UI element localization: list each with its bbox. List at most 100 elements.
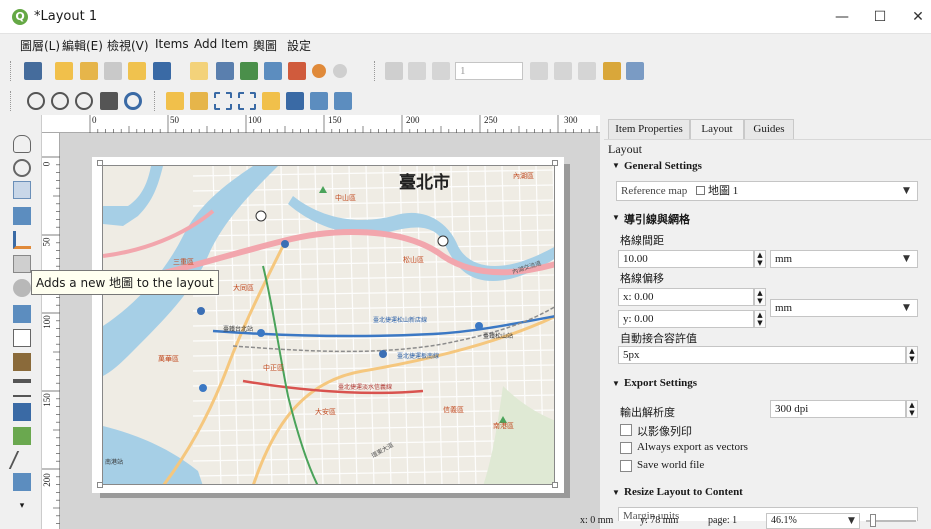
export-resolution-input[interactable]: 300 dpi: [770, 400, 906, 418]
selection-handle[interactable]: [97, 160, 103, 166]
map-item[interactable]: 臺北市 中山區 內湖區 松山區 大同區 萬華區 中正區 大安區 信義區 南港區 …: [102, 165, 555, 485]
zoom-in-icon[interactable]: [27, 92, 45, 110]
atlas-preview-icon[interactable]: [385, 62, 403, 80]
add-pages-icon[interactable]: [190, 62, 208, 80]
menu-settings[interactable]: 設定: [287, 37, 311, 54]
grid-offset-x-spinner[interactable]: ▲ ▼: [754, 288, 766, 306]
tab-guides[interactable]: Guides: [744, 119, 794, 139]
toolbar-grip[interactable]: [10, 91, 12, 111]
undo-icon[interactable]: [312, 64, 326, 78]
atlas-page-input[interactable]: 1: [455, 62, 523, 80]
unlock-items-icon[interactable]: [190, 92, 208, 110]
grid-offset-x-input[interactable]: x: 0.00: [618, 288, 754, 306]
save-icon[interactable]: [24, 62, 42, 80]
menu-atlas[interactable]: 輿圖: [253, 37, 277, 54]
lock-items-icon[interactable]: [166, 92, 184, 110]
add-shape-icon[interactable]: [13, 427, 31, 445]
raise-items-icon[interactable]: [262, 92, 280, 110]
redo-icon[interactable]: [333, 64, 347, 78]
tab-item-properties[interactable]: Item Properties: [608, 119, 690, 139]
collapse-arrow-icon[interactable]: ▼: [612, 488, 620, 497]
group-items-icon[interactable]: [214, 92, 232, 110]
open-folder-icon[interactable]: [128, 62, 146, 80]
add-map-icon[interactable]: [13, 255, 31, 273]
export-atlas-icon[interactable]: [603, 62, 621, 80]
pan-icon[interactable]: [13, 135, 31, 153]
grid-spacing-input[interactable]: 10.00: [618, 250, 754, 268]
export-vectors-checkbox[interactable]: [620, 442, 632, 454]
zoom-level-select[interactable]: 46.1%: [766, 513, 860, 529]
grid-spacing-spinner[interactable]: ▲ ▼: [754, 250, 766, 268]
move-content-icon[interactable]: [13, 207, 31, 225]
resize-items-icon[interactable]: [334, 92, 352, 110]
zoom-out-icon[interactable]: [51, 92, 69, 110]
first-feature-icon[interactable]: [408, 62, 426, 80]
atlas-settings-icon[interactable]: [626, 62, 644, 80]
zoom-slider-handle[interactable]: [870, 514, 876, 527]
print-atlas-icon[interactable]: [578, 62, 596, 80]
grid-offset-unit-select[interactable]: mm: [770, 299, 918, 317]
add-picture-icon[interactable]: [13, 305, 31, 323]
export-image-icon[interactable]: [240, 62, 258, 80]
save-template-icon[interactable]: [153, 62, 171, 80]
add-label-icon[interactable]: [13, 329, 31, 347]
ungroup-items-icon[interactable]: [238, 92, 256, 110]
add-north-arrow-icon[interactable]: [13, 403, 31, 421]
refresh-icon[interactable]: [124, 92, 142, 110]
collapse-arrow-icon[interactable]: ▼: [612, 379, 620, 388]
distribute-items-icon[interactable]: [310, 92, 328, 110]
horizontal-ruler[interactable]: 0 50 100 150 200 250 300: [42, 115, 600, 133]
close-button[interactable]: ✕: [904, 7, 931, 27]
section-export-settings[interactable]: Export Settings: [624, 377, 697, 389]
zoom-full-icon[interactable]: [75, 92, 93, 110]
export-svg-icon[interactable]: [264, 62, 282, 80]
previous-feature-icon[interactable]: [432, 62, 450, 80]
snap-tolerance-spinner[interactable]: ▲ ▼: [906, 346, 918, 364]
toolbar-grip[interactable]: [154, 91, 156, 111]
grid-offset-y-input[interactable]: y: 0.00: [618, 310, 754, 328]
export-pdf-icon[interactable]: [288, 62, 306, 80]
duplicate-layout-icon[interactable]: [80, 62, 98, 80]
add-polyline-icon[interactable]: [8, 451, 36, 469]
section-resize-layout[interactable]: Resize Layout to Content: [624, 486, 743, 498]
snap-tolerance-input[interactable]: 5px: [618, 346, 906, 364]
vertical-ruler[interactable]: 0 50 100 150 200: [41, 133, 60, 529]
zoom-tool-icon[interactable]: [13, 159, 31, 177]
tab-layout[interactable]: Layout: [690, 119, 744, 140]
align-items-icon[interactable]: [286, 92, 304, 110]
menu-items[interactable]: Items: [155, 37, 189, 51]
toolbar-grip[interactable]: [10, 61, 12, 81]
maximize-button[interactable]: ☐: [866, 7, 894, 27]
print-as-raster-checkbox[interactable]: [620, 424, 632, 436]
selection-handle[interactable]: [552, 482, 558, 488]
collapse-arrow-icon[interactable]: ▼: [612, 213, 620, 222]
reference-map-select[interactable]: Reference map 地圖 1: [616, 181, 918, 201]
menu-view[interactable]: 檢視(V): [107, 37, 149, 54]
toolbar-grip[interactable]: [374, 61, 376, 81]
add-polygon-icon[interactable]: [13, 473, 31, 491]
export-resolution-spinner[interactable]: ▲ ▼: [906, 400, 918, 418]
edit-nodes-icon[interactable]: [13, 231, 31, 249]
more-tools-icon[interactable]: ▾: [13, 501, 31, 519]
layout-manager-icon[interactable]: [104, 62, 122, 80]
next-feature-icon[interactable]: [530, 62, 548, 80]
menu-layers[interactable]: 圖層(L): [20, 37, 60, 54]
grid-offset-y-spinner[interactable]: ▲ ▼: [754, 310, 766, 328]
section-general-settings[interactable]: General Settings: [624, 160, 702, 172]
new-layout-icon[interactable]: [55, 62, 73, 80]
print-icon[interactable]: [216, 62, 234, 80]
last-feature-icon[interactable]: [554, 62, 572, 80]
menu-add-item[interactable]: Add Item: [194, 37, 248, 51]
section-guides-grid[interactable]: 導引線與網格: [624, 211, 690, 227]
add-legend-icon[interactable]: [13, 353, 31, 371]
add-scalebar-icon[interactable]: [13, 379, 31, 397]
save-world-file-checkbox[interactable]: [620, 460, 632, 472]
grid-spacing-unit-select[interactable]: mm: [770, 250, 918, 268]
menu-edit[interactable]: 編輯(E): [62, 37, 103, 54]
add-3d-map-icon[interactable]: [13, 279, 31, 297]
select-move-icon[interactable]: [13, 181, 31, 199]
minimize-button[interactable]: —: [828, 7, 856, 27]
zoom-actual-icon[interactable]: [100, 92, 118, 110]
collapse-arrow-icon[interactable]: ▼: [612, 161, 620, 170]
selection-handle[interactable]: [552, 160, 558, 166]
